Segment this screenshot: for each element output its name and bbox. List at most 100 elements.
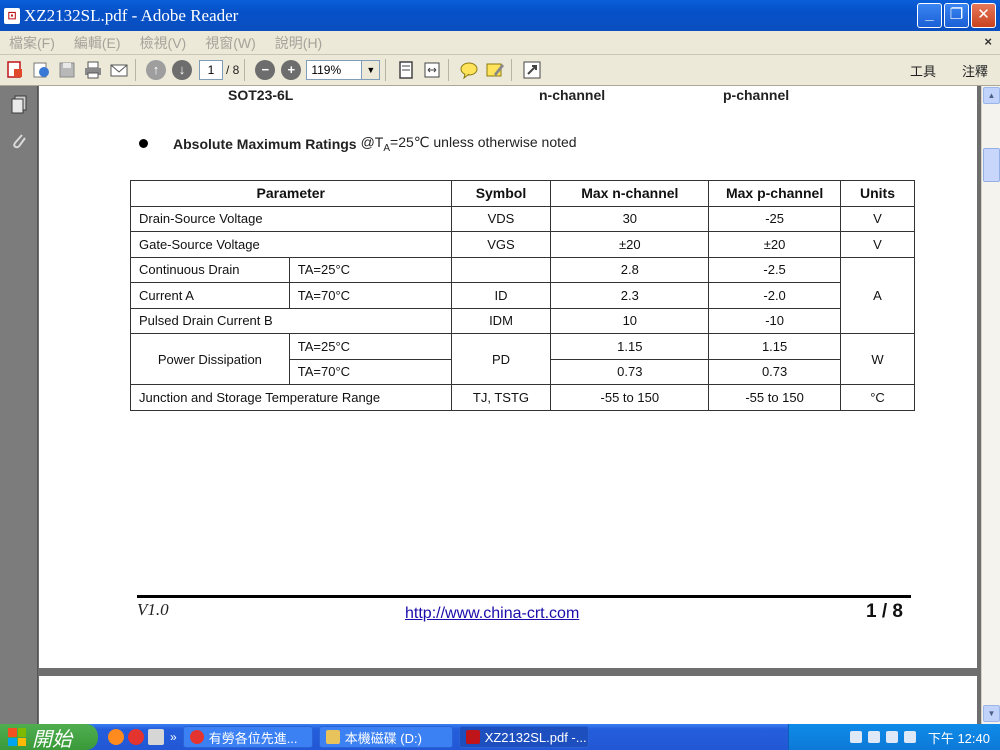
title-bar: ⊡ XZ2132SL.pdf - Adobe Reader _ ❐ ✕ (0, 0, 1000, 31)
table-cell: 10 (550, 307, 710, 334)
menu-edit[interactable]: 編輯(E) (74, 33, 121, 53)
table-cell: TA=70°C (288, 358, 452, 385)
toolbar-separator (385, 59, 387, 81)
footer-divider (137, 595, 911, 598)
table-cell: Power Dissipation (130, 333, 290, 385)
header-max-n: Max n-channel (550, 180, 710, 207)
highlight-icon[interactable] (484, 59, 506, 81)
table-cell: Continuous Drain (130, 256, 290, 283)
table-cell: Drain-Source Voltage (130, 205, 452, 232)
input-method-icon[interactable] (849, 731, 862, 743)
zoom-level-input[interactable]: 119% (306, 60, 363, 80)
zoom-out-icon[interactable]: − (254, 59, 276, 81)
table-cell: PD (450, 333, 552, 385)
pages-icon[interactable] (9, 94, 29, 116)
save-icon[interactable] (56, 59, 78, 81)
toolbar-separator (135, 59, 136, 81)
table-cell: 2.3 (550, 282, 710, 309)
table-cell: Current A (130, 282, 290, 309)
table-row: Junction and Storage Temperature Range T… (130, 384, 915, 411)
clock[interactable]: 下午 12:40 (928, 728, 990, 747)
system-tray: 下午 12:40 (788, 724, 1000, 750)
page-number-input[interactable]: 1 (199, 60, 223, 80)
chrome-icon[interactable] (128, 729, 144, 745)
security-icon[interactable] (903, 731, 916, 743)
table-row: Power Dissipation TA=25°C PD 1.15 1.15 W (130, 333, 915, 385)
toolbar: ↑ ↓ 1 / 8 − + 119% ▼ 工具 注釋 (0, 55, 1000, 86)
section-condition: @TA=25℃ unless otherwise noted (361, 134, 577, 154)
attachment-icon[interactable] (9, 130, 29, 152)
table-cell: 2.8 (550, 256, 710, 283)
volume-icon[interactable] (885, 731, 898, 743)
create-pdf-icon[interactable] (4, 59, 26, 81)
navigation-panel (0, 86, 38, 724)
table-cell: 30 (550, 205, 710, 232)
table-cell: -10 (708, 307, 842, 334)
menu-help[interactable]: 說明(H) (275, 33, 322, 53)
table-header-row: Parameter Symbol Max n-channel Max p-cha… (130, 180, 915, 207)
scroll-up-icon[interactable]: ▲ (983, 87, 1000, 104)
next-page-icon[interactable]: ↓ (171, 59, 193, 81)
document-viewport[interactable]: SOT23-6L n-channel p-channel Absolute Ma… (39, 86, 981, 724)
fit-width-icon[interactable] (421, 59, 443, 81)
taskbar-item-explorer[interactable]: 本機磁碟 (D:) (318, 726, 453, 748)
table-cell: VGS (450, 231, 552, 258)
table-cell: ID (450, 282, 552, 309)
previous-page-icon[interactable]: ↑ (145, 59, 167, 81)
firefox-icon[interactable] (108, 729, 124, 745)
toolbar-panel-links: 工具 注釋 (910, 61, 988, 80)
desktop-icon[interactable] (148, 729, 164, 745)
chevron-down-icon[interactable]: ▼ (362, 60, 381, 80)
menu-view[interactable]: 檢視(V) (140, 33, 187, 53)
close-button[interactable]: ✕ (971, 3, 996, 28)
table-cell: -2.5 (708, 256, 842, 283)
windows-logo-icon (8, 728, 26, 746)
table-cell: 0.73 (708, 358, 842, 385)
footer-link[interactable]: http://www.china-crt.com (405, 605, 579, 623)
nchannel-label: n-channel (539, 87, 606, 103)
table-row: Drain-Source Voltage VDS 30 -25 V (130, 205, 915, 232)
table-cell: TA=25°C (288, 256, 452, 283)
footer-version: V1.0 (137, 600, 169, 619)
table-cell: Gate-Source Voltage (130, 231, 452, 258)
document-close-button[interactable]: × (984, 34, 992, 49)
comment-pane-button[interactable]: 注釋 (962, 61, 988, 80)
taskbar-item-reader[interactable]: XZ2132SL.pdf -... (458, 726, 589, 748)
taskbar-item-browser[interactable]: 有勞各位先進... (182, 726, 313, 748)
print-icon[interactable] (82, 59, 104, 81)
toolbar-separator (511, 59, 513, 81)
quick-launch-more[interactable]: » (170, 730, 177, 744)
folder-icon (325, 730, 340, 744)
network-icon[interactable] (867, 731, 880, 743)
window-title: XZ2132SL.pdf - Adobe Reader (24, 5, 239, 25)
maximize-button[interactable]: ❐ (944, 3, 969, 28)
table-cell: W (840, 333, 915, 385)
fit-page-icon[interactable] (395, 59, 417, 81)
zoom-in-icon[interactable]: + (280, 59, 302, 81)
tools-pane-button[interactable]: 工具 (910, 61, 936, 80)
window-controls: _ ❐ ✕ (917, 3, 996, 28)
vertical-scrollbar[interactable]: ▲ ▼ (981, 86, 1000, 724)
menu-file[interactable]: 檔案(F) (9, 33, 55, 53)
pdf-icon: ⊡ (4, 7, 20, 24)
ratings-table: Parameter Symbol Max n-channel Max p-cha… (130, 180, 915, 411)
quick-launch (108, 729, 164, 745)
scrollbar-thumb[interactable] (983, 148, 1000, 182)
table-cell: 1.15 (550, 333, 710, 360)
minimize-button[interactable]: _ (917, 3, 942, 28)
menu-window[interactable]: 視窗(W) (205, 33, 256, 53)
condition-suffix: =25℃ unless otherwise noted (390, 134, 577, 150)
table-cell: -25 (708, 205, 842, 232)
comment-icon[interactable] (458, 59, 480, 81)
header-symbol: Symbol (450, 180, 552, 207)
email-icon[interactable] (108, 59, 130, 81)
table-cell: 0.73 (550, 358, 710, 385)
table-cell: 1.15 (708, 333, 842, 360)
scroll-down-icon[interactable]: ▼ (983, 705, 1000, 722)
table-row: Current A TA=70°C ID 2.3 -2.0 (130, 282, 915, 309)
expand-icon[interactable] (521, 59, 543, 81)
start-button[interactable]: 開始 (0, 724, 98, 750)
table-cell: TJ, TSTG (450, 384, 552, 411)
table-row: Gate-Source Voltage VGS ±20 ±20 V (130, 231, 915, 258)
import-icon[interactable] (30, 59, 52, 81)
